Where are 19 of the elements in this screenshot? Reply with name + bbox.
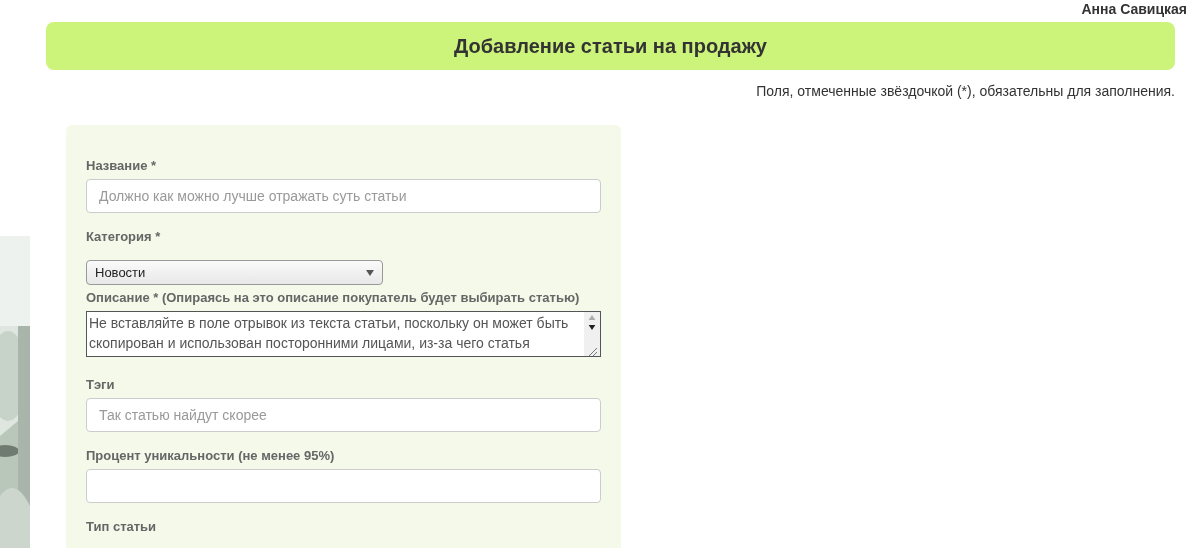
caret-icon (366, 269, 374, 276)
required-note: Поля, отмеченные звёздочкой (*), обязательны для заполнения. (756, 83, 1175, 101)
input-field[interactable] (86, 469, 601, 503)
resize-grip-icon[interactable] (587, 346, 597, 356)
user-name[interactable]: Анна Савицкая (1081, 1, 1187, 21)
description-textarea[interactable]: Не вставляйте в поле отрывок из текста статьи, поскольку он может быть скопирован и использован посторонними лицами, из-за чего статья (86, 311, 601, 357)
page-title: Добавление статьи на продажу (454, 34, 767, 58)
field-label: Описание * (Опираясь на это описание покупатель будет выбирать статью) (86, 290, 581, 305)
category-dropdown[interactable]: Новости (86, 260, 383, 285)
field-label: Категория * (86, 229, 162, 244)
field-label: Тип статьи (86, 519, 158, 534)
input-field[interactable]: Так статью найдут скорее (86, 398, 601, 432)
scroll-down-icon[interactable] (588, 325, 596, 330)
field-label: Название * (86, 158, 158, 173)
field-label: Процент уникальности (не менее 95%) (86, 448, 336, 463)
scroll-up-icon[interactable] (588, 315, 596, 320)
field-label: Тэги (86, 377, 116, 392)
input-field[interactable]: Должно как можно лучше отражать суть статьи (86, 179, 601, 213)
scrollbar[interactable] (584, 312, 600, 356)
